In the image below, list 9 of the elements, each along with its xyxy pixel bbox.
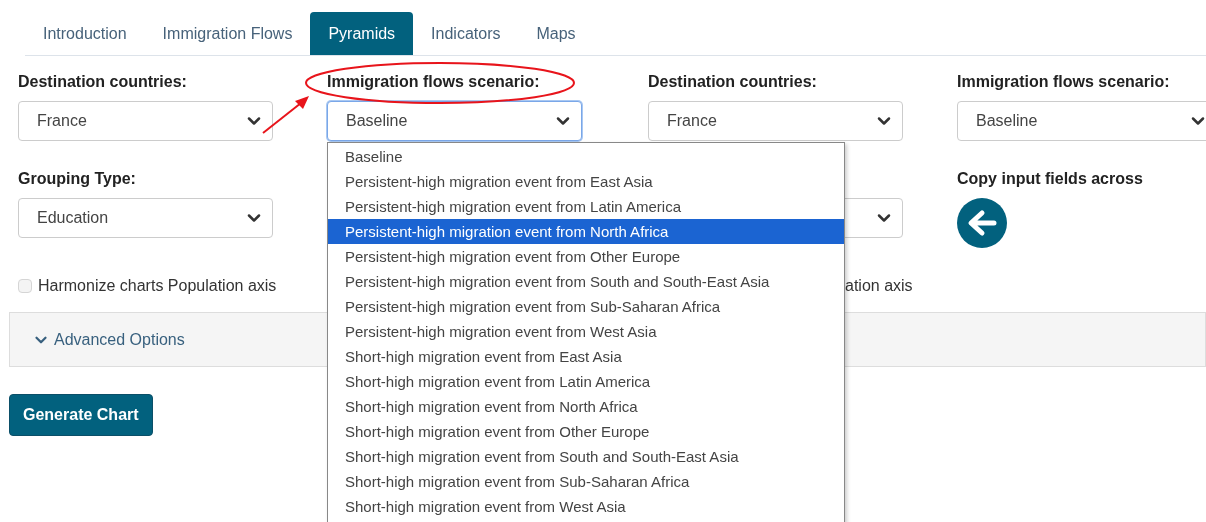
field-label: Destination countries: [648, 72, 818, 92]
checkbox-label: ation axis [845, 276, 913, 296]
field-label: Immigration flows scenario: [327, 72, 541, 92]
field-label: Grouping Type: [18, 169, 137, 189]
field-label: Destination countries: [18, 72, 188, 92]
advanced-options-label: Advanced Options [54, 329, 185, 350]
checkbox-label: Harmonize charts Population axis [38, 276, 277, 296]
field-label: Immigration flows scenario: [957, 72, 1171, 92]
field-label: Copy input fields across [957, 169, 1143, 189]
